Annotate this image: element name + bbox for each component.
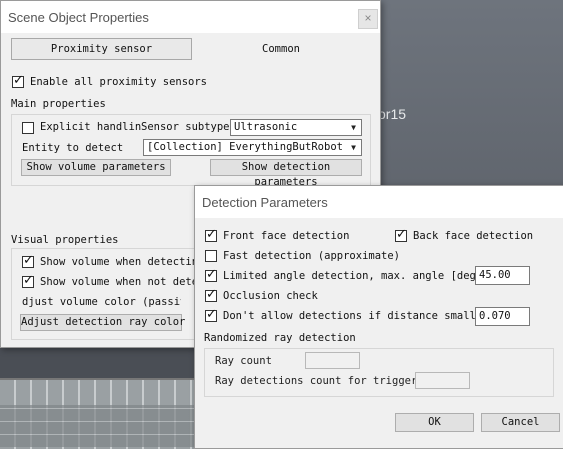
min-distance-checkbox[interactable]	[205, 307, 217, 322]
tab-common[interactable]: Common	[201, 38, 361, 60]
chevron-down-icon: ▼	[351, 123, 356, 132]
occlusion-check-label: Occlusion check	[223, 290, 318, 302]
limited-angle-checkbox[interactable]	[205, 267, 217, 282]
window-title: Detection Parameters	[202, 195, 328, 210]
show-volume-parameters-button[interactable]: Show volume parameters	[21, 159, 171, 176]
entity-to-detect-select[interactable]: [Collection] EverythingButRobot ▼	[143, 139, 362, 156]
sensor-subtype-select[interactable]: Ultrasonic ▼	[230, 119, 362, 136]
ray-count-label: Ray count	[215, 355, 272, 367]
show-volume-detecting-label: Show volume when detecting	[40, 256, 196, 268]
close-icon[interactable]: ×	[358, 9, 378, 29]
explicit-handling-checkbox[interactable]	[22, 122, 34, 134]
ray-detections-input[interactable]	[415, 372, 470, 389]
visual-properties-heading: Visual properties	[11, 234, 119, 246]
ray-count-input[interactable]	[305, 352, 360, 369]
min-distance-input[interactable]: 0.070	[475, 307, 530, 326]
adjust-detection-ray-color-button[interactable]: Adjust detection ray color	[20, 314, 185, 331]
scene-object-label: or15	[378, 106, 407, 122]
limited-angle-label: Limited angle detection, max. angle [deg…	[223, 270, 483, 282]
window-title: Scene Object Properties	[8, 10, 149, 25]
show-volume-detecting-checkbox[interactable]	[22, 253, 34, 268]
adjust-volume-color-button[interactable]: djust volume color (passive	[20, 294, 182, 311]
tab-proximity-sensor[interactable]: Proximity sensor	[11, 38, 192, 60]
enable-all-label: Enable all proximity sensors	[30, 76, 208, 88]
occlusion-check-checkbox[interactable]	[205, 287, 217, 302]
chevron-down-icon: ▼	[351, 143, 356, 152]
sensor-subtype-value: Ultrasonic	[234, 121, 298, 133]
show-detection-parameters-button[interactable]: Show detection parameters	[210, 159, 362, 188]
title-bar[interactable]: Detection Parameters	[195, 186, 563, 218]
front-face-checkbox[interactable]	[205, 227, 217, 242]
title-bar[interactable]: Scene Object Properties ×	[1, 1, 380, 33]
show-volume-not-detecting-checkbox[interactable]	[22, 273, 34, 288]
sensor-subtype-label: Sensor subtype	[141, 121, 230, 133]
front-face-label: Front face detection	[223, 230, 350, 242]
main-properties-heading: Main properties	[11, 98, 106, 110]
fast-detection-label: Fast detection (approximate)	[223, 250, 401, 262]
ok-button[interactable]: OK	[395, 413, 474, 432]
explicit-handling-label: Explicit handling	[40, 121, 141, 133]
fast-detection-checkbox[interactable]	[205, 250, 217, 262]
min-distance-label: Don't allow detections if distance small…	[223, 310, 489, 322]
back-face-checkbox[interactable]	[395, 227, 407, 242]
enable-all-checkbox[interactable]	[12, 73, 24, 88]
max-angle-input[interactable]: 45.00	[475, 266, 530, 285]
ray-detections-label: Ray detections count for triggeri	[215, 375, 424, 387]
entity-to-detect-label: Entity to detect	[22, 142, 124, 154]
detection-parameters-window: Detection Parameters Front face detectio…	[194, 185, 563, 449]
entity-to-detect-value: [Collection] EverythingButRobot	[147, 141, 343, 153]
scene-floor-shadow	[0, 405, 200, 447]
cancel-button[interactable]: Cancel	[481, 413, 560, 432]
randomized-ray-heading: Randomized ray detection	[204, 332, 356, 344]
back-face-label: Back face detection	[413, 230, 534, 242]
show-volume-not-detecting-label: Show volume when not detecting	[40, 276, 196, 288]
